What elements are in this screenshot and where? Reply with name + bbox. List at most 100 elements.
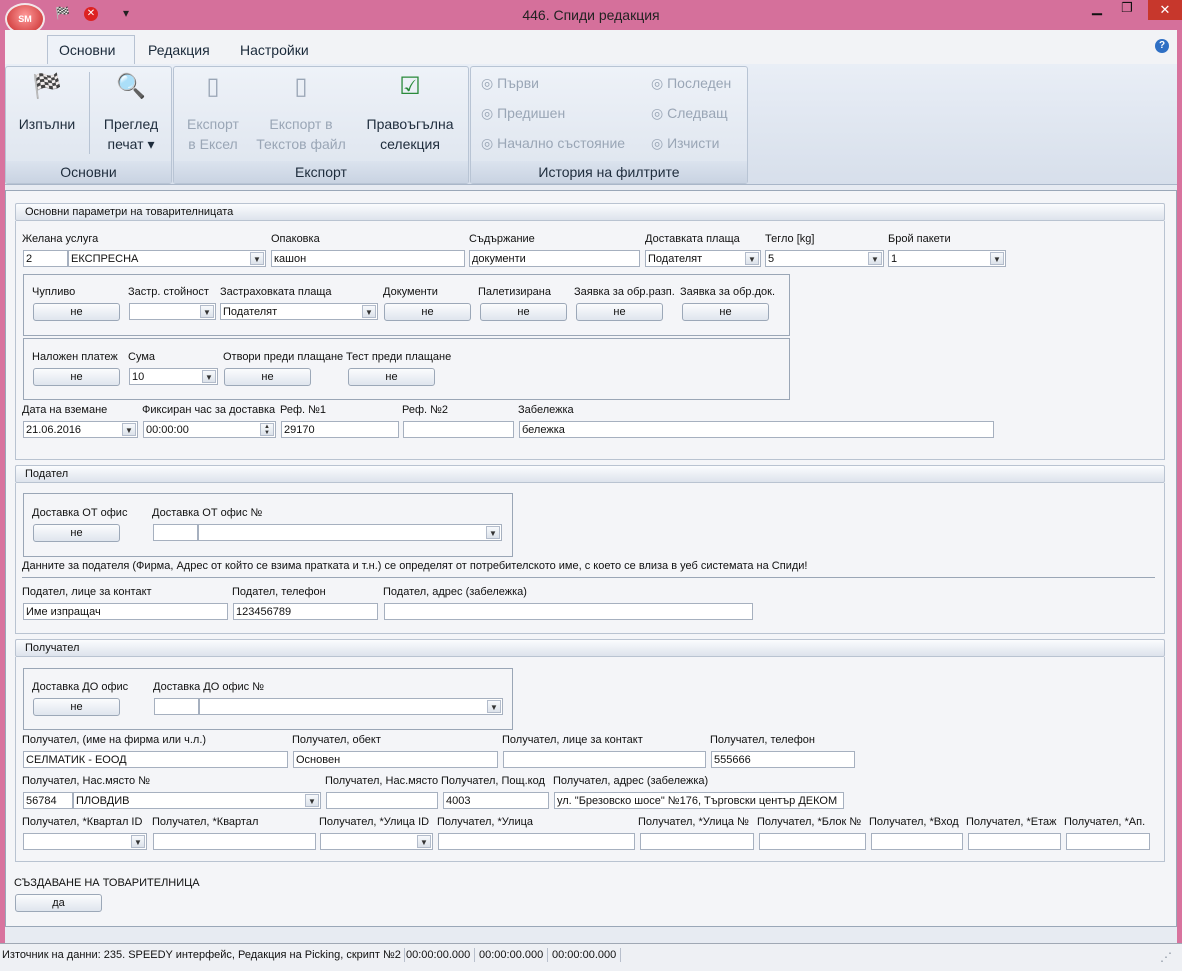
spinner-icon[interactable]: ▲ ▼ <box>260 423 274 436</box>
history-clear-button[interactable]: ◎ Изчисти <box>651 135 719 152</box>
from-office-no-label: Доставка ОТ офис № <box>152 507 263 519</box>
street-no-input[interactable] <box>640 833 754 850</box>
payer-label: Доставката плаща <box>645 233 740 245</box>
chevron-down-icon[interactable]: ▼ <box>417 835 431 848</box>
recipient-object-input[interactable]: Основен <box>293 751 498 768</box>
fragile-toggle[interactable]: не <box>33 303 120 321</box>
resize-grip-icon[interactable]: ⋰ <box>1160 950 1172 964</box>
chevron-down-icon[interactable]: ▼ <box>487 700 501 713</box>
weight-select[interactable]: 5 ▼ <box>765 250 884 267</box>
recipient-city-select[interactable]: ПЛОВДИВ ▼ <box>73 792 321 809</box>
recipient-phone-input[interactable]: 555666 <box>711 751 855 768</box>
block-input[interactable] <box>759 833 866 850</box>
quarter-input[interactable] <box>153 833 316 850</box>
history-last-button[interactable]: ◎ Последен <box>651 75 731 92</box>
test-before-toggle[interactable]: не <box>348 368 435 386</box>
chevron-down-icon[interactable]: ▼ <box>122 423 136 436</box>
fixed-time-spinner[interactable]: 00:00:00 ▲ ▼ <box>143 421 276 438</box>
ref2-input[interactable] <box>403 421 514 438</box>
sum-select[interactable]: 10 ▼ <box>129 368 218 385</box>
sender-section-header[interactable]: Подател <box>15 465 1165 483</box>
req-pkg-toggle[interactable]: не <box>576 303 663 321</box>
tab-settings[interactable]: Настройки <box>240 42 309 58</box>
packets-select[interactable]: 1 ▼ <box>888 250 1006 267</box>
to-office-select[interactable]: ▼ <box>199 698 503 715</box>
quarter-id-select[interactable]: ▼ <box>23 833 147 850</box>
chevron-down-icon[interactable]: ▼ <box>200 305 214 318</box>
cod-toggle[interactable]: не <box>33 368 120 386</box>
recipient-address-input[interactable]: ул. "Брезовско шосе" №176, Търговски цен… <box>554 792 844 809</box>
chevron-down-icon[interactable]: ▼ <box>486 526 500 539</box>
restore-icon[interactable]: ❐ <box>1112 0 1142 20</box>
chevron-down-icon[interactable]: ▼ <box>250 252 264 265</box>
close-window-icon[interactable]: ✕ <box>1148 0 1182 20</box>
recipient-contact-input[interactable] <box>503 751 706 768</box>
print-preview-button[interactable]: 🔍 Преглед печат ▾ <box>96 72 166 154</box>
chevron-down-icon[interactable]: ▼ <box>745 252 759 265</box>
recipient-section-header[interactable]: Получател <box>15 639 1165 657</box>
help-icon[interactable]: ? <box>1155 39 1169 53</box>
ins-payer-value: Подателят <box>223 306 278 318</box>
chevron-down-icon[interactable]: ▼ <box>868 252 882 265</box>
payer-select[interactable]: Подателят ▼ <box>645 250 761 267</box>
ref1-input[interactable]: 29170 <box>281 421 399 438</box>
chevron-down-icon[interactable]: ▼ <box>362 305 376 318</box>
excel-file-icon: ▯ <box>206 73 220 100</box>
export-text-button[interactable]: ▯ Експорт в Текстов файл <box>252 72 350 154</box>
params-section-header[interactable]: Основни параметри на товарителницата <box>15 203 1165 221</box>
packing-input[interactable]: кашон <box>271 250 465 267</box>
chevron-down-icon[interactable]: ▼ <box>131 835 145 848</box>
street-id-select[interactable]: ▼ <box>320 833 433 850</box>
minimize-icon[interactable]: ▁ <box>1082 0 1112 20</box>
rect-selection-button[interactable]: ☑ Правоъгълна селекция <box>358 72 462 154</box>
to-office-id-input[interactable] <box>154 698 199 715</box>
note-label: Забележка <box>518 404 574 416</box>
service-select[interactable]: ЕКСПРЕСНА ▼ <box>68 250 266 267</box>
history-next-button[interactable]: ◎ Следващ <box>651 105 728 122</box>
entrance-input[interactable] <box>871 833 963 850</box>
req-doc-toggle[interactable]: не <box>682 303 769 321</box>
tab-main[interactable]: Основни <box>59 42 115 58</box>
apt-input[interactable] <box>1066 833 1150 850</box>
recipient-city-no-input[interactable]: 56784 <box>23 792 73 809</box>
insured-select[interactable]: ▼ <box>129 303 216 320</box>
from-office-select[interactable]: ▼ <box>198 524 502 541</box>
history-first-button[interactable]: ◎ Първи <box>481 75 539 92</box>
open-before-toggle[interactable]: не <box>224 368 311 386</box>
rect-selection-label-2: селекция <box>380 136 440 152</box>
from-office-toggle[interactable]: не <box>33 524 120 542</box>
recipient-city-label: Получател, Нас.място <box>325 775 439 787</box>
recipient-city-input[interactable] <box>326 792 438 809</box>
create-yes-button[interactable]: да <box>15 894 102 912</box>
pallet-toggle[interactable]: не <box>480 303 567 321</box>
recipient-contact-label: Получател, лице за контакт <box>502 734 643 746</box>
req-doc-label: Заявка за обр.док. <box>680 286 776 298</box>
to-office-toggle[interactable]: не <box>33 698 120 716</box>
ref1-label: Реф. №1 <box>280 404 327 416</box>
service-value: ЕКСПРЕСНА <box>71 253 139 265</box>
tab-edit[interactable]: Редакция <box>148 42 210 58</box>
run-button[interactable]: 🏁 Изпълни <box>12 72 82 134</box>
sender-phone-input[interactable]: 123456789 <box>233 603 378 620</box>
history-initial-button[interactable]: ◎ Начално състояние <box>481 135 625 152</box>
date-picker[interactable]: 21.06.2016 ▼ <box>23 421 138 438</box>
documents-toggle[interactable]: не <box>384 303 471 321</box>
recipient-name-input[interactable]: СЕЛМАТИК - ЕООД <box>23 751 288 768</box>
recipient-city-no-label: Получател, Нас.място № <box>22 775 151 787</box>
chevron-down-icon[interactable]: ▼ <box>305 794 319 807</box>
floor-input[interactable] <box>968 833 1061 850</box>
sender-address-input[interactable] <box>384 603 753 620</box>
note-input[interactable]: бележка <box>519 421 994 438</box>
street-input[interactable] <box>438 833 635 850</box>
ins-payer-select[interactable]: Подателят ▼ <box>220 303 378 320</box>
recipient-address-label: Получател, адрес (забележка) <box>553 775 709 787</box>
content-input[interactable]: документи <box>469 250 640 267</box>
chevron-down-icon[interactable]: ▼ <box>202 370 216 383</box>
recipient-post-input[interactable]: 4003 <box>443 792 549 809</box>
history-prev-button[interactable]: ◎ Предишен <box>481 105 565 122</box>
sender-contact-input[interactable]: Име изпращач <box>23 603 228 620</box>
service-id-input[interactable]: 2 <box>23 250 68 267</box>
export-excel-button[interactable]: ▯ Експорт в Ексел <box>178 72 248 154</box>
chevron-down-icon[interactable]: ▼ <box>990 252 1004 265</box>
from-office-id-input[interactable] <box>153 524 198 541</box>
